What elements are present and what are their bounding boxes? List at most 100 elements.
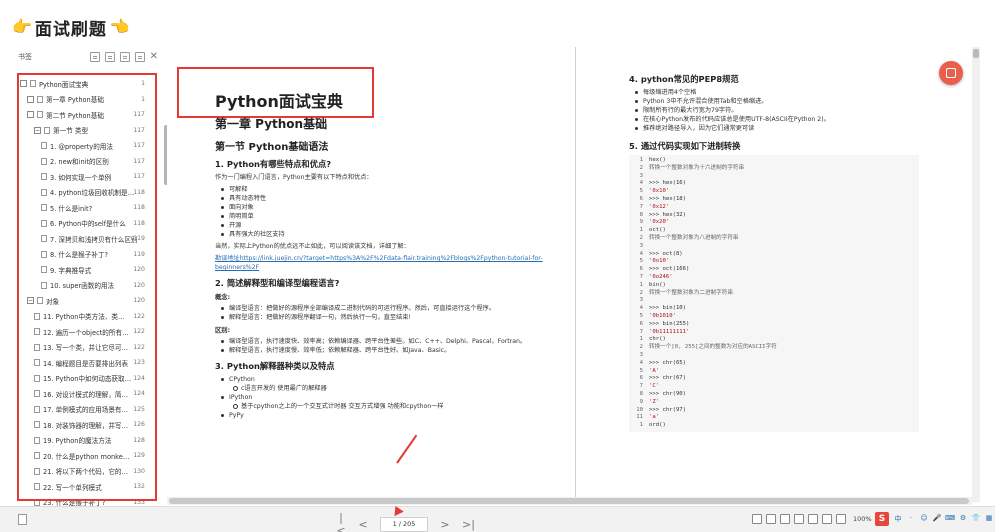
- page-heading: 👉 面试刷题 👈: [12, 14, 130, 40]
- book-mode-icon[interactable]: [794, 514, 804, 524]
- question-2-heading: 2. 简述解释型和编译型编程语言?: [215, 278, 340, 288]
- code-text: >>> hex(18): [649, 195, 687, 202]
- code-text: hex(): [649, 157, 666, 163]
- line-number: 2: [639, 234, 643, 241]
- list-item: 限制所有行的最大行宽为79字符。: [629, 106, 969, 115]
- line-number: 5: [639, 258, 643, 265]
- continuous-icon[interactable]: [780, 514, 790, 524]
- first-page-button[interactable]: |<: [336, 511, 346, 532]
- fit-page-icon[interactable]: [822, 514, 832, 524]
- line-number: 5: [639, 312, 643, 319]
- page-left: Python面试宝典 第一章 Python基础 第一节 Python基础语法 1…: [167, 47, 575, 505]
- bookmark-icon[interactable]: [119, 52, 130, 62]
- code-line: 10 >>> chr(97): [629, 407, 919, 415]
- vertical-scroll-thumb[interactable]: [973, 49, 979, 58]
- next-page-button[interactable]: >: [440, 518, 450, 531]
- code-line: 6 >>> chr(67): [629, 375, 919, 383]
- pointing-left-hand-icon: 👈: [109, 17, 130, 36]
- code-line: 3: [629, 173, 919, 181]
- line-number: 8: [639, 390, 643, 397]
- input-method-icon[interactable]: S: [875, 512, 889, 526]
- horizontal-scrollbar[interactable]: [167, 497, 972, 505]
- reference-link[interactable]: 勘误地址https://link.juejin.cn/?target=https…: [215, 254, 545, 272]
- line-number: 1: [639, 422, 643, 429]
- code-line: 1 ord(): [629, 422, 919, 430]
- question-1-heading: 1. Python有哪些特点和优点?: [215, 159, 332, 169]
- list-item: Python 3中不允许混合使用Tab和空格缩进。: [629, 97, 969, 106]
- document-viewer: Python面试宝典 第一章 Python基础 第一节 Python基础语法 1…: [167, 47, 982, 507]
- code-text: >>> oct(166): [649, 266, 690, 273]
- previous-page-button[interactable]: <: [358, 518, 368, 531]
- close-icon[interactable]: ✕: [150, 52, 158, 62]
- line-number: 6: [639, 195, 643, 202]
- list-item: 解释型语言，执行速度慢、效率低；依赖解释器、跨平台性好。如Java、Basic。: [215, 346, 571, 355]
- code-text: '0b1010': [649, 312, 676, 319]
- last-page-button[interactable]: >|: [462, 518, 475, 531]
- list-item: 简明简单: [215, 212, 571, 221]
- code-line: 3: [629, 243, 919, 251]
- outline-icon[interactable]: [134, 52, 145, 62]
- code-line: 9 '0x20': [629, 219, 919, 227]
- pdf-reader-app: 👉 面试刷题 👈 书签 ✕ Python面试宝典 1 第一章 Python基础 1 第二…: [0, 0, 995, 532]
- code-text: '0b11111111': [649, 328, 690, 335]
- code-line: 6 >>> bin(255): [629, 321, 919, 329]
- code-text: chr(): [649, 336, 666, 343]
- code-line: 5 'A': [629, 368, 919, 376]
- line-number: 7: [639, 273, 643, 280]
- code-text: bin(): [649, 281, 666, 288]
- page-title: 面试刷题: [34, 19, 107, 40]
- interpreter-note: 基于cpython之上的一个交互式计时器 交互方式增强 功能和cpython一样: [215, 402, 571, 411]
- list-item: 解释型语言：把做好的源程序翻译一句，然后执行一句，直至结束!: [215, 313, 571, 322]
- line-number: 7: [639, 328, 643, 335]
- code-text: 'A': [649, 367, 660, 374]
- difference-label: 区别:: [215, 327, 231, 334]
- code-line: 5 '0x10': [629, 188, 919, 196]
- expand-all-icon[interactable]: [89, 52, 100, 62]
- page-navigation: |< < 1 / 205 > >|: [336, 511, 475, 532]
- fit-width-icon[interactable]: [808, 514, 818, 524]
- question-4-heading: 4. python常见的PEP8规范: [629, 74, 739, 84]
- code-line: 8 >>> chr(90): [629, 391, 919, 399]
- list-item: 具有强大的社区支持: [215, 230, 571, 239]
- vertical-scrollbar[interactable]: [972, 47, 980, 502]
- tray-icon[interactable]: ☺: [919, 514, 929, 524]
- list-item: 可解释: [215, 185, 571, 194]
- code-text: >>> chr(67): [649, 375, 687, 382]
- double-page-icon[interactable]: [766, 514, 776, 524]
- single-page-icon[interactable]: [752, 514, 762, 524]
- page-number-input[interactable]: 1 / 205: [380, 516, 428, 532]
- document-icon[interactable]: [18, 514, 27, 525]
- line-number: 2: [639, 164, 643, 171]
- tray-icon[interactable]: ▦: [984, 514, 994, 524]
- code-text: ord(): [649, 422, 666, 429]
- tray-icon[interactable]: 👕: [971, 514, 981, 524]
- line-number: 3: [639, 242, 643, 249]
- chapter-heading: 第一章 Python基础: [215, 117, 328, 131]
- rotate-icon[interactable]: [836, 514, 846, 524]
- collapse-all-icon[interactable]: [104, 52, 115, 62]
- line-number: 5: [639, 367, 643, 374]
- code-line: 7 '0b11111111': [629, 329, 919, 337]
- view-mode-buttons: [752, 514, 846, 524]
- zoom-level[interactable]: 100%: [853, 515, 872, 523]
- left-page-content: 第一章 Python基础 第一节 Python基础语法 1. Python有哪些…: [215, 115, 571, 420]
- line-number: 6: [639, 320, 643, 327]
- line-number: 8: [639, 211, 643, 218]
- tray-icon[interactable]: ·: [906, 514, 916, 524]
- sidebar-header: 书签 ✕: [12, 47, 162, 67]
- tray-icon[interactable]: ⌨: [945, 514, 955, 524]
- line-number: 9: [639, 398, 643, 405]
- tray-icon[interactable]: 🎤: [932, 514, 942, 524]
- concept-label: 概念:: [215, 294, 231, 301]
- question-5-heading: 5. 通过代码实现如下进制转换: [629, 141, 741, 151]
- horizontal-scroll-thumb[interactable]: [169, 498, 969, 504]
- tray-icon[interactable]: ⚙: [958, 514, 968, 524]
- code-text: '0o10': [649, 258, 670, 265]
- tray-icon[interactable]: 中: [893, 514, 903, 524]
- floating-tool-icon[interactable]: [939, 61, 963, 85]
- book-title: Python面试宝典: [215, 92, 343, 111]
- right-page-content: 4. python常见的PEP8规范 每级缩进用4个空格 Python 3中不允许…: [629, 68, 969, 432]
- code-text: 'Z': [649, 398, 660, 405]
- code-text: >>> hex(16): [649, 180, 687, 187]
- code-text: >>> oct(8): [649, 250, 683, 257]
